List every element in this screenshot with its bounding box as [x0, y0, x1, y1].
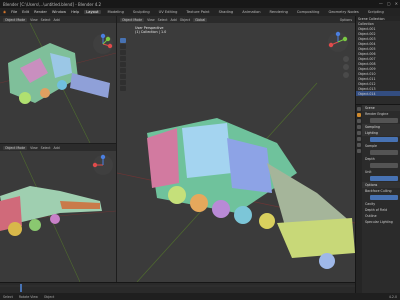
viewport-header: Object Mode View Select Add Object Globa…: [117, 16, 355, 23]
render-engine-select[interactable]: [370, 118, 398, 123]
axis-gizmo[interactable]: [92, 33, 114, 55]
sample-label: Sample: [365, 144, 377, 148]
unit-field[interactable]: [370, 176, 398, 181]
menu-window[interactable]: Window: [52, 10, 66, 14]
menu-object[interactable]: Object: [180, 18, 190, 22]
unit-label: Unit: [365, 170, 372, 174]
tab-geometry-nodes[interactable]: Geometry Nodes: [326, 10, 360, 14]
menu-add[interactable]: Add: [54, 18, 60, 22]
modifier-tab-icon[interactable]: [357, 149, 361, 153]
title-bar: Blender [C:\Users\...\untitled.blend] - …: [0, 0, 400, 8]
backface-culling-checkbox[interactable]: Backface Culling: [362, 188, 400, 194]
specular-lighting-checkbox[interactable]: Specular Lighting: [362, 219, 400, 225]
menu-help[interactable]: Help: [71, 10, 79, 14]
properties-panel: Scene Render Engine Sampling Lighting Sa…: [355, 104, 400, 293]
status-bar: Select Rotate View Object 4.2.0: [0, 293, 400, 300]
status-rotate-hint: Rotate View: [18, 294, 38, 299]
menu-add[interactable]: Add: [54, 146, 60, 150]
render-engine-label: Render Engine: [365, 112, 389, 116]
menu-select[interactable]: Select: [41, 146, 51, 150]
properties-tabs: [356, 105, 362, 293]
options-menu[interactable]: Options: [340, 18, 355, 22]
viewport-top-left[interactable]: Object Mode View Select Add: [0, 16, 116, 143]
timeline[interactable]: [0, 282, 355, 293]
world-tab-icon[interactable]: [357, 137, 361, 141]
menu-view[interactable]: View: [30, 18, 38, 22]
blender-logo-icon[interactable]: ◉: [3, 10, 6, 14]
outline-color-field[interactable]: [370, 195, 398, 200]
scene-tab-icon[interactable]: [357, 131, 361, 135]
tab-scripting[interactable]: Scripting: [366, 10, 386, 14]
depth-label: Depth: [365, 157, 375, 161]
viewport-header: Object Mode View Select Add: [0, 144, 116, 151]
output-tab-icon[interactable]: [357, 119, 361, 123]
viewport-header: Object Mode View Select Add: [0, 16, 116, 23]
depth-field[interactable]: [370, 163, 398, 168]
sample-field[interactable]: [370, 150, 398, 155]
tab-modeling[interactable]: Modeling: [106, 10, 126, 14]
menu-render[interactable]: Render: [34, 10, 47, 14]
menu-bar: ◉ File Edit Render Window Help Layout Mo…: [0, 8, 400, 16]
menu-add[interactable]: Add: [171, 18, 177, 22]
menu-edit[interactable]: Edit: [22, 10, 29, 14]
section-lighting[interactable]: Lighting: [362, 130, 400, 136]
tab-uv-editing[interactable]: UV Editing: [157, 10, 180, 14]
outliner: Scene Collection Collection Object.001 O…: [355, 16, 400, 104]
status-object-hint: Object: [43, 294, 55, 299]
menu-select[interactable]: Select: [158, 18, 168, 22]
close-button[interactable]: ✕: [395, 1, 398, 6]
object-tab-icon[interactable]: [357, 143, 361, 147]
transform-orientation[interactable]: Global: [193, 17, 208, 22]
maximize-button[interactable]: ▢: [387, 1, 391, 6]
mode-select[interactable]: Object Mode: [3, 17, 28, 22]
tab-rendering[interactable]: Rendering: [268, 10, 290, 14]
truck-model-main: [117, 82, 355, 282]
axis-gizmo[interactable]: [92, 154, 114, 176]
view-layer-tab-icon[interactable]: [357, 125, 361, 129]
tab-shading[interactable]: Shading: [217, 10, 236, 14]
menu-view[interactable]: View: [30, 146, 38, 150]
zoom-view-icon[interactable]: [343, 56, 349, 62]
lighting-mode-toggle[interactable]: [370, 137, 398, 142]
render-tab-icon[interactable]: [357, 113, 361, 117]
window-title: Blender [C:\Users\...\untitled.blend] - …: [3, 1, 102, 7]
viewport-bottom-left[interactable]: Object Mode View Select Add: [0, 144, 116, 282]
tab-animation[interactable]: Animation: [240, 10, 262, 14]
tool-tab-icon[interactable]: [357, 107, 361, 111]
camera-view-icon[interactable]: [343, 72, 349, 78]
axis-gizmo[interactable]: [327, 31, 349, 53]
viewport-main[interactable]: Object Mode View Select Add Object Globa…: [117, 16, 355, 282]
pan-view-icon[interactable]: [343, 64, 349, 70]
tab-texture-paint[interactable]: Texture Paint: [184, 10, 211, 14]
minimize-button[interactable]: —: [379, 1, 383, 6]
tab-sculpting[interactable]: Sculpting: [131, 10, 152, 14]
mode-select[interactable]: Object Mode: [120, 17, 145, 22]
tab-compositing[interactable]: Compositing: [295, 10, 322, 14]
list-item-selected[interactable]: Object.014: [356, 91, 400, 96]
menu-view[interactable]: View: [147, 18, 155, 22]
mode-select[interactable]: Object Mode: [3, 145, 28, 150]
tab-layout[interactable]: Layout: [84, 10, 101, 14]
window-controls: — ▢ ✕: [379, 1, 398, 6]
status-select-hint: Select: [3, 294, 13, 299]
version-label: 4.2.0: [388, 294, 397, 299]
menu-file[interactable]: File: [11, 10, 17, 14]
timeline-ruler: [0, 284, 355, 292]
menu-select[interactable]: Select: [41, 18, 51, 22]
